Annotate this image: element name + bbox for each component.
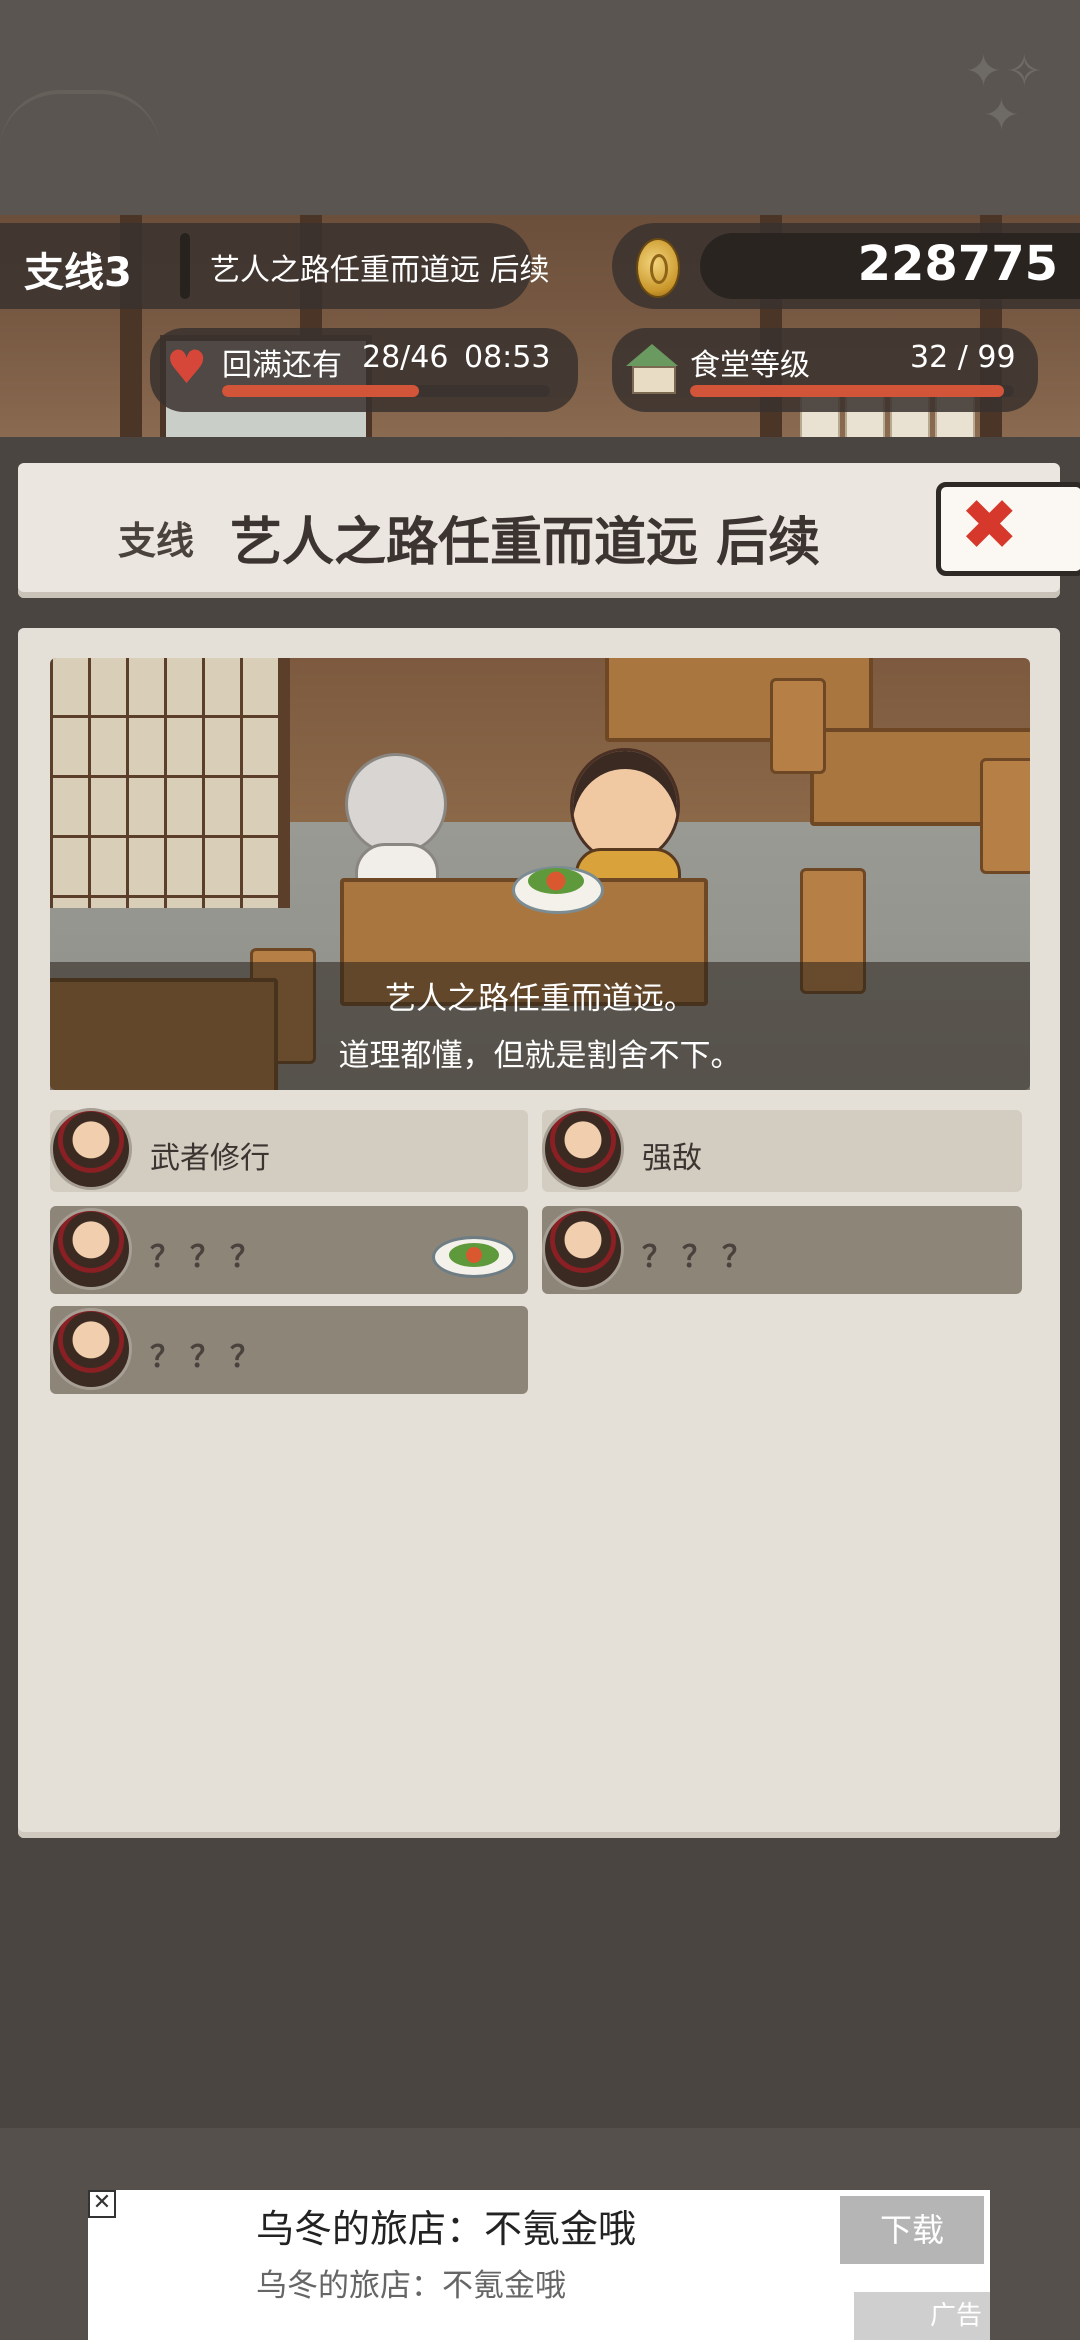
character-avatar: [50, 1308, 132, 1390]
canteen-level-progress-bar: [690, 385, 1014, 397]
quest-label-2: 强敌: [642, 1141, 702, 1176]
house-icon: [626, 344, 678, 394]
stamina-progress-bar: [222, 385, 550, 397]
coin-icon: [636, 238, 680, 298]
story-caption-line-1: 艺人之路任重而道远。: [385, 981, 695, 1017]
top-background: [0, 0, 1080, 215]
stamina-label: 回满还有: [222, 348, 342, 383]
stamina-timer: 08:53: [464, 340, 551, 375]
man-character: [570, 748, 680, 864]
grandma-character: [345, 753, 447, 855]
quest-label-1: 武者修行: [150, 1141, 270, 1176]
page-title: 艺人之路任重而道远 后续: [230, 513, 821, 573]
ad-title[interactable]: 乌冬的旅店：不氪金哦: [256, 2198, 636, 2253]
close-icon[interactable]: ✖: [960, 490, 1019, 560]
chapter-number: 支线3: [24, 250, 132, 296]
story-caption-line-2: 道理都懂，但就是割舍不下。: [338, 1038, 742, 1074]
ad-subtitle[interactable]: 乌冬的旅店：不氪金哦: [256, 2260, 566, 2305]
heart-icon: ♥: [166, 340, 208, 394]
ad-download-button[interactable]: 下载: [840, 2196, 984, 2264]
quest-label-4: ？？？: [642, 1240, 762, 1275]
canteen-level-count: 32 / 99: [910, 340, 1016, 375]
character-avatar: [542, 1208, 624, 1290]
quest-label-5: ？？？: [150, 1340, 270, 1375]
canteen-level-progress-fill: [690, 385, 1005, 397]
ad-close-icon[interactable]: ✕: [88, 2190, 116, 2218]
ad-tag: 广告: [854, 2292, 990, 2340]
stamina-progress-fill: [222, 385, 419, 397]
title-prefix: 支线: [118, 519, 195, 563]
character-avatar: [50, 1208, 132, 1290]
chapter-divider: [180, 233, 190, 299]
quest-label-3: ？？？: [150, 1240, 270, 1275]
chapter-title: 艺人之路任重而道远 后续: [210, 253, 550, 288]
canteen-level-label: 食堂等级: [690, 348, 810, 383]
coin-value: 228775: [857, 236, 1058, 292]
salad-dish-icon: [432, 1236, 516, 1278]
character-avatar: [50, 1108, 132, 1190]
stamina-count: 28/46: [362, 340, 449, 375]
sparkle-icon: ✦✧ ✦: [965, 46, 1047, 141]
character-avatar: [542, 1108, 624, 1190]
